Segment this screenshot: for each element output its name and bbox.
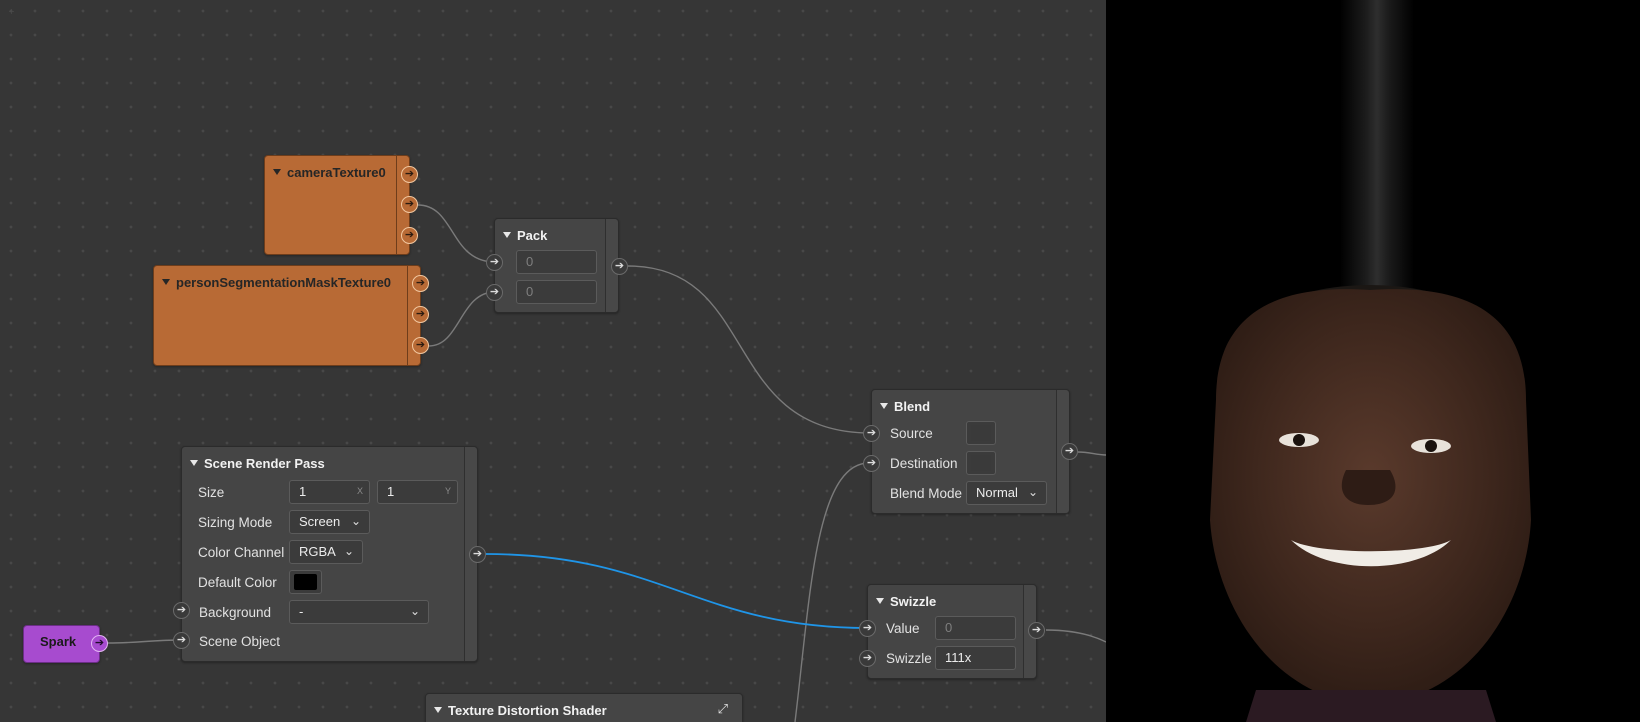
blend-mode-dropdown[interactable]: Normal ⌄ — [966, 481, 1047, 505]
sizing-mode-dropdown[interactable]: Screen ⌄ — [289, 510, 370, 534]
scene-render-pass-title: Scene Render Pass — [204, 456, 325, 471]
triangle-down-icon[interactable] — [190, 460, 198, 466]
sizing-mode-label: Sizing Mode — [198, 515, 273, 530]
blend-destination-swatch[interactable] — [966, 451, 996, 475]
preview-scene — [1210, 0, 1531, 722]
size-x-value: 1 — [299, 484, 307, 499]
blend-destination-input-port[interactable]: ➔ — [863, 455, 880, 472]
texture-distortion-title: Texture Distortion Shader — [448, 703, 607, 718]
person-segmentation-title: personSegmentationMaskTexture0 — [176, 275, 392, 290]
scene-object-input-port[interactable]: ➔ — [173, 632, 190, 649]
size-y-axis: Y — [444, 486, 451, 496]
nose — [1341, 470, 1396, 505]
pack-node[interactable]: Pack 0 0 — [494, 218, 619, 313]
node-title-row: Swizzle — [876, 594, 936, 609]
person-segmentation-output-port-2[interactable]: ➔ — [412, 306, 429, 323]
swizzle-field[interactable]: 111x — [935, 646, 1016, 670]
pack-input-1-field[interactable]: 0 — [516, 250, 597, 274]
swizzle-node[interactable]: Swizzle Value 0 Swizzle 111x — [867, 584, 1037, 679]
spark-output-port[interactable]: ➔ — [91, 635, 108, 652]
triangle-down-icon[interactable] — [503, 232, 511, 238]
sizing-mode-value: Screen — [299, 514, 341, 529]
swatch-fill — [294, 574, 317, 590]
spark-node[interactable]: Spark — [23, 625, 100, 663]
neck-shirt — [1246, 690, 1496, 722]
blend-destination-label: Destination — [890, 456, 958, 471]
background-label: Background — [199, 605, 272, 620]
size-x-axis: X — [356, 486, 363, 496]
scene-object-label: Scene Object — [199, 634, 281, 649]
node-title-row: Pack — [503, 228, 547, 243]
blend-output-port[interactable]: ➔ — [1061, 443, 1078, 460]
pack-input-port-1[interactable]: ➔ — [486, 254, 503, 271]
camera-texture-output-port-1[interactable]: ➔ — [401, 166, 418, 183]
swizzle-value-label: Value — [886, 621, 920, 636]
color-channel-dropdown[interactable]: RGBA ⌄ — [289, 540, 363, 564]
person-segmentation-node[interactable]: personSegmentationMaskTexture0 — [153, 265, 421, 366]
node-title-row: Scene Render Pass — [190, 456, 325, 471]
blend-source-label: Source — [890, 426, 933, 441]
size-y-value: 1 — [387, 484, 395, 499]
spark-title: Spark — [40, 634, 77, 649]
swizzle-swizzle-input-port[interactable]: ➔ — [859, 650, 876, 667]
background-dropdown[interactable]: - ⌄ — [289, 600, 429, 624]
swatch-fill — [971, 425, 991, 441]
pack-title: Pack — [517, 228, 548, 243]
light-beam — [1340, 0, 1414, 320]
color-channel-value: RGBA — [299, 544, 336, 559]
chevron-down-icon: ⌄ — [343, 544, 354, 558]
expand-icon[interactable]: ⤢ — [718, 701, 728, 717]
chevron-down-icon: ⌄ — [350, 514, 361, 528]
scene-render-pass-node[interactable]: Scene Render Pass Size 1X 1Y Sizing Mode… — [181, 446, 478, 662]
camera-texture-title: cameraTexture0 — [287, 165, 386, 180]
background-value: - — [299, 604, 304, 619]
pupil-right — [1425, 440, 1437, 452]
node-title-row: Blend — [880, 399, 930, 414]
swizzle-title: Swizzle — [890, 594, 937, 609]
size-label: Size — [198, 485, 225, 500]
simulator-preview[interactable] — [1106, 0, 1640, 722]
node-title-row: cameraTexture0 — [273, 165, 386, 180]
swizzle-value-input-port[interactable]: ➔ — [859, 620, 876, 637]
pack-input-2-field[interactable]: 0 — [516, 280, 597, 304]
camera-texture-output-port-3[interactable]: ➔ — [401, 227, 418, 244]
blend-mode-label: Blend Mode — [890, 486, 963, 501]
node-title-row: Texture Distortion Shader — [434, 703, 607, 718]
swatch-fill — [971, 455, 991, 471]
pupil-left — [1293, 434, 1305, 446]
swizzle-output-port[interactable]: ➔ — [1028, 622, 1045, 639]
blend-mode-value: Normal — [976, 485, 1018, 500]
color-channel-label: Color Channel — [198, 545, 285, 560]
size-x-field[interactable]: 1X — [289, 480, 370, 504]
person-segmentation-output-port-1[interactable]: ➔ — [412, 275, 429, 292]
blend-node[interactable]: Blend Source Destination Blend Mode Norm… — [871, 389, 1070, 514]
triangle-down-icon[interactable] — [876, 598, 884, 604]
swizzle-label: Swizzle — [886, 651, 932, 666]
pack-input-port-2[interactable]: ➔ — [486, 284, 503, 301]
default-color-label: Default Color — [198, 575, 277, 590]
triangle-down-icon[interactable] — [880, 403, 888, 409]
swizzle-value-field[interactable]: 0 — [935, 616, 1016, 640]
camera-texture-output-port-2[interactable]: ➔ — [401, 196, 418, 213]
node-title-row: personSegmentationMaskTexture0 — [162, 275, 391, 290]
texture-distortion-shader-node[interactable]: Texture Distortion Shader ⤢ — [425, 693, 743, 722]
triangle-down-icon[interactable] — [273, 169, 281, 175]
camera-texture-node[interactable]: cameraTexture0 — [264, 155, 410, 255]
size-y-field[interactable]: 1Y — [377, 480, 458, 504]
pack-output-port[interactable]: ➔ — [611, 258, 628, 275]
default-color-swatch[interactable] — [289, 570, 322, 594]
blend-title: Blend — [894, 399, 931, 414]
blend-source-swatch[interactable] — [966, 421, 996, 445]
blend-source-input-port[interactable]: ➔ — [863, 425, 880, 442]
background-input-port[interactable]: ➔ — [173, 602, 190, 619]
scene-render-pass-output-port[interactable]: ➔ — [469, 546, 486, 563]
patch-editor-canvas[interactable]: cameraTexture0 ➔ ➔ ➔ personSegmentationM… — [0, 0, 1106, 722]
person-segmentation-output-port-3[interactable]: ➔ — [412, 337, 429, 354]
chevron-down-icon: ⌄ — [409, 604, 420, 618]
triangle-down-icon[interactable] — [434, 707, 442, 713]
triangle-down-icon[interactable] — [162, 279, 170, 285]
chevron-down-icon: ⌄ — [1027, 485, 1038, 499]
